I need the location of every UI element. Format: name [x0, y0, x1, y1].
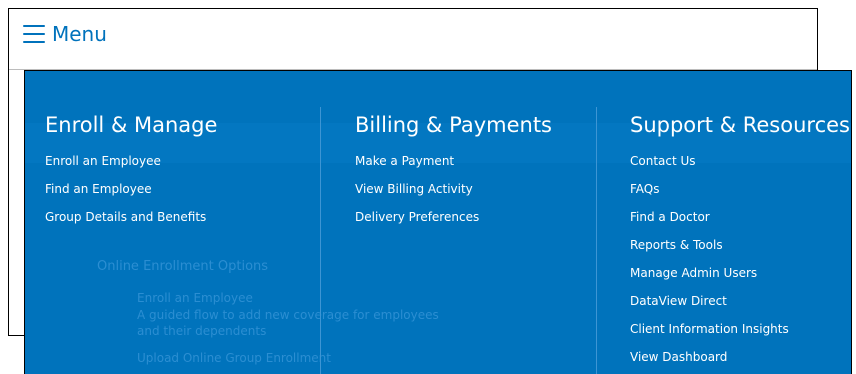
column-divider: [320, 107, 321, 374]
background-upload-link: Upload Online Group Enrollment: [137, 351, 331, 365]
menu-item-client-information-insights[interactable]: Client Information Insights: [630, 321, 850, 349]
column-title: Billing & Payments: [355, 113, 552, 137]
menu-item-find-an-employee[interactable]: Find an Employee: [45, 181, 217, 209]
page: Menu Online Enrollment Options Enroll an…: [0, 0, 856, 374]
background-enroll-description: A guided flow to add new coverage for em…: [137, 308, 439, 338]
header-bar: Menu: [9, 9, 817, 70]
background-enroll-link: Enroll an Employee: [137, 291, 253, 305]
hamburger-icon: [23, 25, 45, 43]
menu-item-reports-and-tools[interactable]: Reports & Tools: [630, 237, 850, 265]
menu-item-contact-us[interactable]: Contact Us: [630, 153, 850, 181]
menu-item-find-a-doctor[interactable]: Find a Doctor: [630, 209, 850, 237]
menu-item-delivery-preferences[interactable]: Delivery Preferences: [355, 209, 552, 237]
menu-item-view-billing-activity[interactable]: View Billing Activity: [355, 181, 552, 209]
column-title: Support & Resources: [630, 113, 850, 137]
menu-item-manage-admin-users[interactable]: Manage Admin Users: [630, 265, 850, 293]
menu-label: Menu: [52, 22, 107, 46]
menu-item-group-details-and-benefits[interactable]: Group Details and Benefits: [45, 209, 217, 237]
column-title: Enroll & Manage: [45, 113, 218, 137]
menu-toggle-button[interactable]: Menu: [23, 22, 107, 46]
background-section-title: Online Enrollment Options: [97, 259, 269, 274]
column-divider: [596, 107, 597, 374]
menu-item-faqs[interactable]: FAQs: [630, 181, 850, 209]
menu-item-view-dashboard[interactable]: View Dashboard: [630, 349, 850, 374]
menu-item-dataview-direct[interactable]: DataView Direct: [630, 293, 850, 321]
menu-column-billing-payments: Billing & Payments Make a Payment View B…: [355, 111, 552, 237]
menu-list: Enroll an Employee Find an Employee Grou…: [45, 153, 217, 237]
menu-list: Make a Payment View Billing Activity Del…: [355, 153, 552, 237]
menu-item-enroll-an-employee[interactable]: Enroll an Employee: [45, 153, 217, 181]
mega-menu: Online Enrollment Options Enroll an Empl…: [24, 70, 852, 374]
menu-item-make-a-payment[interactable]: Make a Payment: [355, 153, 552, 181]
menu-column-support-resources: Support & Resources Contact Us FAQs Find…: [630, 111, 850, 374]
menu-column-enroll-manage: Enroll & Manage Enroll an Employee Find …: [45, 111, 217, 237]
menu-list: Contact Us FAQs Find a Doctor Reports & …: [630, 153, 850, 374]
